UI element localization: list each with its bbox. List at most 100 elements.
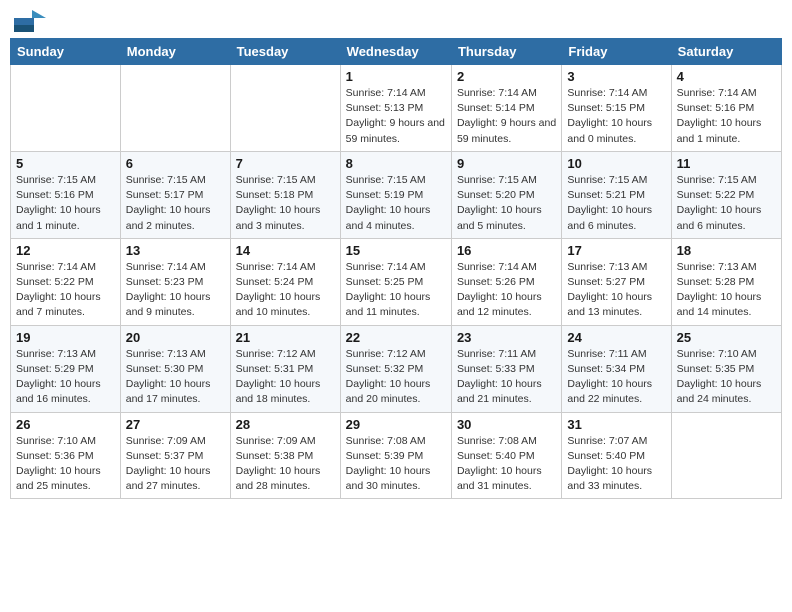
calendar-cell: 4 Sunrise: 7:14 AM Sunset: 5:16 PM Daylig… <box>671 65 781 152</box>
day-number: 24 <box>567 330 665 345</box>
day-info: Sunrise: 7:10 AM Sunset: 5:36 PM Dayligh… <box>16 434 115 495</box>
week-row-4: 19Sunrise: 7:13 AM Sunset: 5:29 PM Dayli… <box>11 325 782 412</box>
calendar-cell: 5Sunrise: 7:15 AM Sunset: 5:16 PM Daylig… <box>11 151 121 238</box>
logo-icon <box>14 10 46 32</box>
day-number: 12 <box>16 243 115 258</box>
day-number: 1 <box>346 69 446 84</box>
calendar-cell: 21 Sunrise: 7:12 AM Sunset: 5:31 PM Dayli… <box>230 325 340 412</box>
calendar-body: 1 Sunrise: 7:14 AM Sunset: 5:13 PM Daylig… <box>11 65 782 499</box>
day-number: 8 <box>346 156 446 171</box>
day-info: Sunrise: 7:14 AM Sunset: 5:26 PM Dayligh… <box>457 260 556 321</box>
day-info: Sunrise: 7:14 AM Sunset: 5:16 PM Dayligh… <box>677 86 776 147</box>
day-number: 22 <box>346 330 446 345</box>
weekday-header-thursday: Thursday <box>451 39 561 65</box>
day-info: Sunrise: 7:15 AM Sunset: 5:21 PM Dayligh… <box>567 173 665 234</box>
day-number: 5 <box>16 156 115 171</box>
day-number: 16 <box>457 243 556 258</box>
calendar-cell: 24 Sunrise: 7:11 AM Sunset: 5:34 PM Dayli… <box>562 325 671 412</box>
calendar-cell: 8 Sunrise: 7:15 AM Sunset: 5:19 PM Daylig… <box>340 151 451 238</box>
day-number: 27 <box>126 417 225 432</box>
day-number: 9 <box>457 156 556 171</box>
calendar-cell: 17 Sunrise: 7:13 AM Sunset: 5:27 PM Dayli… <box>562 238 671 325</box>
day-number: 26 <box>16 417 115 432</box>
day-number: 17 <box>567 243 665 258</box>
calendar-cell: 10 Sunrise: 7:15 AM Sunset: 5:21 PM Dayli… <box>562 151 671 238</box>
day-info: Sunrise: 7:07 AM Sunset: 5:40 PM Dayligh… <box>567 434 665 495</box>
calendar-cell: 9Sunrise: 7:15 AM Sunset: 5:20 PM Daylig… <box>451 151 561 238</box>
calendar-cell: 18 Sunrise: 7:13 AM Sunset: 5:28 PM Dayli… <box>671 238 781 325</box>
calendar-cell: 13Sunrise: 7:14 AM Sunset: 5:23 PM Dayli… <box>120 238 230 325</box>
day-number: 3 <box>567 69 665 84</box>
day-info: Sunrise: 7:08 AM Sunset: 5:40 PM Dayligh… <box>457 434 556 495</box>
day-info: Sunrise: 7:13 AM Sunset: 5:30 PM Dayligh… <box>126 347 225 408</box>
calendar-cell: 23 Sunrise: 7:11 AM Sunset: 5:33 PM Dayli… <box>451 325 561 412</box>
calendar-cell <box>120 65 230 152</box>
day-number: 25 <box>677 330 776 345</box>
day-info: Sunrise: 7:09 AM Sunset: 5:38 PM Dayligh… <box>236 434 335 495</box>
calendar-cell: 3 Sunrise: 7:14 AM Sunset: 5:15 PM Daylig… <box>562 65 671 152</box>
day-info: Sunrise: 7:08 AM Sunset: 5:39 PM Dayligh… <box>346 434 446 495</box>
day-info: Sunrise: 7:14 AM Sunset: 5:24 PM Dayligh… <box>236 260 335 321</box>
day-number: 19 <box>16 330 115 345</box>
day-number: 21 <box>236 330 335 345</box>
calendar-cell: 29 Sunrise: 7:08 AM Sunset: 5:39 PM Dayli… <box>340 412 451 499</box>
weekday-header-saturday: Saturday <box>671 39 781 65</box>
weekday-header-tuesday: Tuesday <box>230 39 340 65</box>
calendar-cell: 14 Sunrise: 7:14 AM Sunset: 5:24 PM Dayli… <box>230 238 340 325</box>
calendar-table: SundayMondayTuesdayWednesdayThursdayFrid… <box>10 38 782 499</box>
weekday-header-row: SundayMondayTuesdayWednesdayThursdayFrid… <box>11 39 782 65</box>
calendar-cell: 11 Sunrise: 7:15 AM Sunset: 5:22 PM Dayli… <box>671 151 781 238</box>
calendar-cell: 7 Sunrise: 7:15 AM Sunset: 5:18 PM Daylig… <box>230 151 340 238</box>
calendar-cell: 30 Sunrise: 7:08 AM Sunset: 5:40 PM Dayli… <box>451 412 561 499</box>
day-number: 31 <box>567 417 665 432</box>
logo <box>14 10 50 32</box>
day-number: 11 <box>677 156 776 171</box>
day-number: 4 <box>677 69 776 84</box>
day-info: Sunrise: 7:15 AM Sunset: 5:22 PM Dayligh… <box>677 173 776 234</box>
day-info: Sunrise: 7:14 AM Sunset: 5:15 PM Dayligh… <box>567 86 665 147</box>
day-info: Sunrise: 7:14 AM Sunset: 5:25 PM Dayligh… <box>346 260 446 321</box>
calendar-cell <box>671 412 781 499</box>
day-number: 10 <box>567 156 665 171</box>
calendar-cell: 28Sunrise: 7:09 AM Sunset: 5:38 PM Dayli… <box>230 412 340 499</box>
day-number: 23 <box>457 330 556 345</box>
calendar-cell: 15 Sunrise: 7:14 AM Sunset: 5:25 PM Dayli… <box>340 238 451 325</box>
calendar-cell <box>230 65 340 152</box>
day-info: Sunrise: 7:13 AM Sunset: 5:28 PM Dayligh… <box>677 260 776 321</box>
week-row-3: 12Sunrise: 7:14 AM Sunset: 5:22 PM Dayli… <box>11 238 782 325</box>
calendar-cell: 26 Sunrise: 7:10 AM Sunset: 5:36 PM Dayli… <box>11 412 121 499</box>
day-number: 7 <box>236 156 335 171</box>
calendar-cell: 2Sunrise: 7:14 AM Sunset: 5:14 PM Daylig… <box>451 65 561 152</box>
day-info: Sunrise: 7:12 AM Sunset: 5:31 PM Dayligh… <box>236 347 335 408</box>
day-info: Sunrise: 7:09 AM Sunset: 5:37 PM Dayligh… <box>126 434 225 495</box>
calendar-cell: 20 Sunrise: 7:13 AM Sunset: 5:30 PM Dayli… <box>120 325 230 412</box>
calendar-cell <box>11 65 121 152</box>
day-number: 6 <box>126 156 225 171</box>
day-info: Sunrise: 7:11 AM Sunset: 5:33 PM Dayligh… <box>457 347 556 408</box>
day-number: 15 <box>346 243 446 258</box>
day-number: 30 <box>457 417 556 432</box>
day-info: Sunrise: 7:14 AM Sunset: 5:13 PM Dayligh… <box>346 86 446 147</box>
weekday-header-wednesday: Wednesday <box>340 39 451 65</box>
day-number: 2 <box>457 69 556 84</box>
calendar-cell: 27 Sunrise: 7:09 AM Sunset: 5:37 PM Dayli… <box>120 412 230 499</box>
day-number: 18 <box>677 243 776 258</box>
week-row-2: 5Sunrise: 7:15 AM Sunset: 5:16 PM Daylig… <box>11 151 782 238</box>
day-info: Sunrise: 7:15 AM Sunset: 5:17 PM Dayligh… <box>126 173 225 234</box>
calendar-cell: 6 Sunrise: 7:15 AM Sunset: 5:17 PM Daylig… <box>120 151 230 238</box>
day-number: 14 <box>236 243 335 258</box>
weekday-header-sunday: Sunday <box>11 39 121 65</box>
day-info: Sunrise: 7:15 AM Sunset: 5:19 PM Dayligh… <box>346 173 446 234</box>
calendar-cell: 19Sunrise: 7:13 AM Sunset: 5:29 PM Dayli… <box>11 325 121 412</box>
day-number: 20 <box>126 330 225 345</box>
day-info: Sunrise: 7:13 AM Sunset: 5:27 PM Dayligh… <box>567 260 665 321</box>
page-header <box>10 10 782 32</box>
calendar-cell: 25Sunrise: 7:10 AM Sunset: 5:35 PM Dayli… <box>671 325 781 412</box>
day-number: 29 <box>346 417 446 432</box>
day-info: Sunrise: 7:15 AM Sunset: 5:18 PM Dayligh… <box>236 173 335 234</box>
calendar-cell: 16 Sunrise: 7:14 AM Sunset: 5:26 PM Dayli… <box>451 238 561 325</box>
day-info: Sunrise: 7:12 AM Sunset: 5:32 PM Dayligh… <box>346 347 446 408</box>
day-info: Sunrise: 7:11 AM Sunset: 5:34 PM Dayligh… <box>567 347 665 408</box>
calendar-cell: 12Sunrise: 7:14 AM Sunset: 5:22 PM Dayli… <box>11 238 121 325</box>
calendar-cell: 1 Sunrise: 7:14 AM Sunset: 5:13 PM Daylig… <box>340 65 451 152</box>
